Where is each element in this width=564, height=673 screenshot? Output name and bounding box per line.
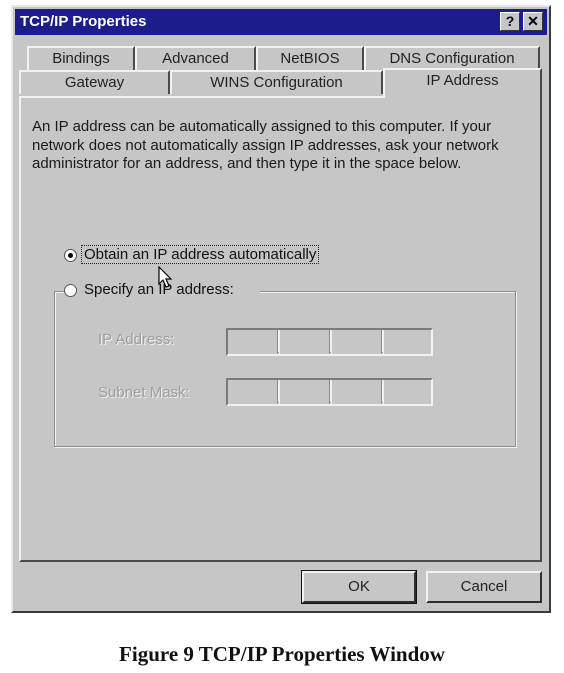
close-icon: ✕: [527, 13, 539, 29]
tab-ip-address[interactable]: IP Address: [383, 68, 542, 98]
specify-ip-groupbox: [54, 291, 516, 447]
ip-address-label: IP Address:: [98, 331, 175, 348]
tab-netbios[interactable]: NetBIOS: [256, 46, 364, 70]
mouse-cursor-icon: [158, 266, 173, 288]
help-icon: ?: [505, 13, 515, 29]
close-button[interactable]: ✕: [523, 12, 543, 31]
tab-wins-configuration[interactable]: WINS Configuration: [170, 70, 383, 94]
tab-bindings[interactable]: Bindings: [27, 46, 135, 70]
description-text: An IP address can be automatically assig…: [32, 118, 499, 172]
help-button[interactable]: ?: [500, 12, 520, 31]
cancel-button[interactable]: Cancel: [426, 571, 542, 603]
subnet-mask-label: Subnet Mask:: [98, 384, 190, 401]
figure-caption: Figure 9 TCP/IP Properties Window: [119, 642, 445, 666]
ip-address-input[interactable]: . . .: [226, 328, 433, 356]
window-title: TCP/IP Properties: [20, 13, 147, 30]
obtain-ip-automatically-radio[interactable]: [64, 249, 77, 262]
specify-ip-address-radio[interactable]: [64, 284, 77, 297]
title-bar[interactable]: TCP/IP Properties ? ✕: [15, 9, 547, 35]
obtain-ip-automatically-label[interactable]: Obtain an IP address automatically: [80, 245, 320, 264]
ok-button[interactable]: OK: [301, 570, 417, 604]
radio-selected-dot: [68, 253, 73, 258]
tab-advanced[interactable]: Advanced: [135, 46, 256, 70]
tab-gateway[interactable]: Gateway: [19, 70, 170, 94]
tab-dns-configuration[interactable]: DNS Configuration: [364, 46, 540, 70]
subnet-mask-input[interactable]: . . .: [226, 378, 433, 406]
